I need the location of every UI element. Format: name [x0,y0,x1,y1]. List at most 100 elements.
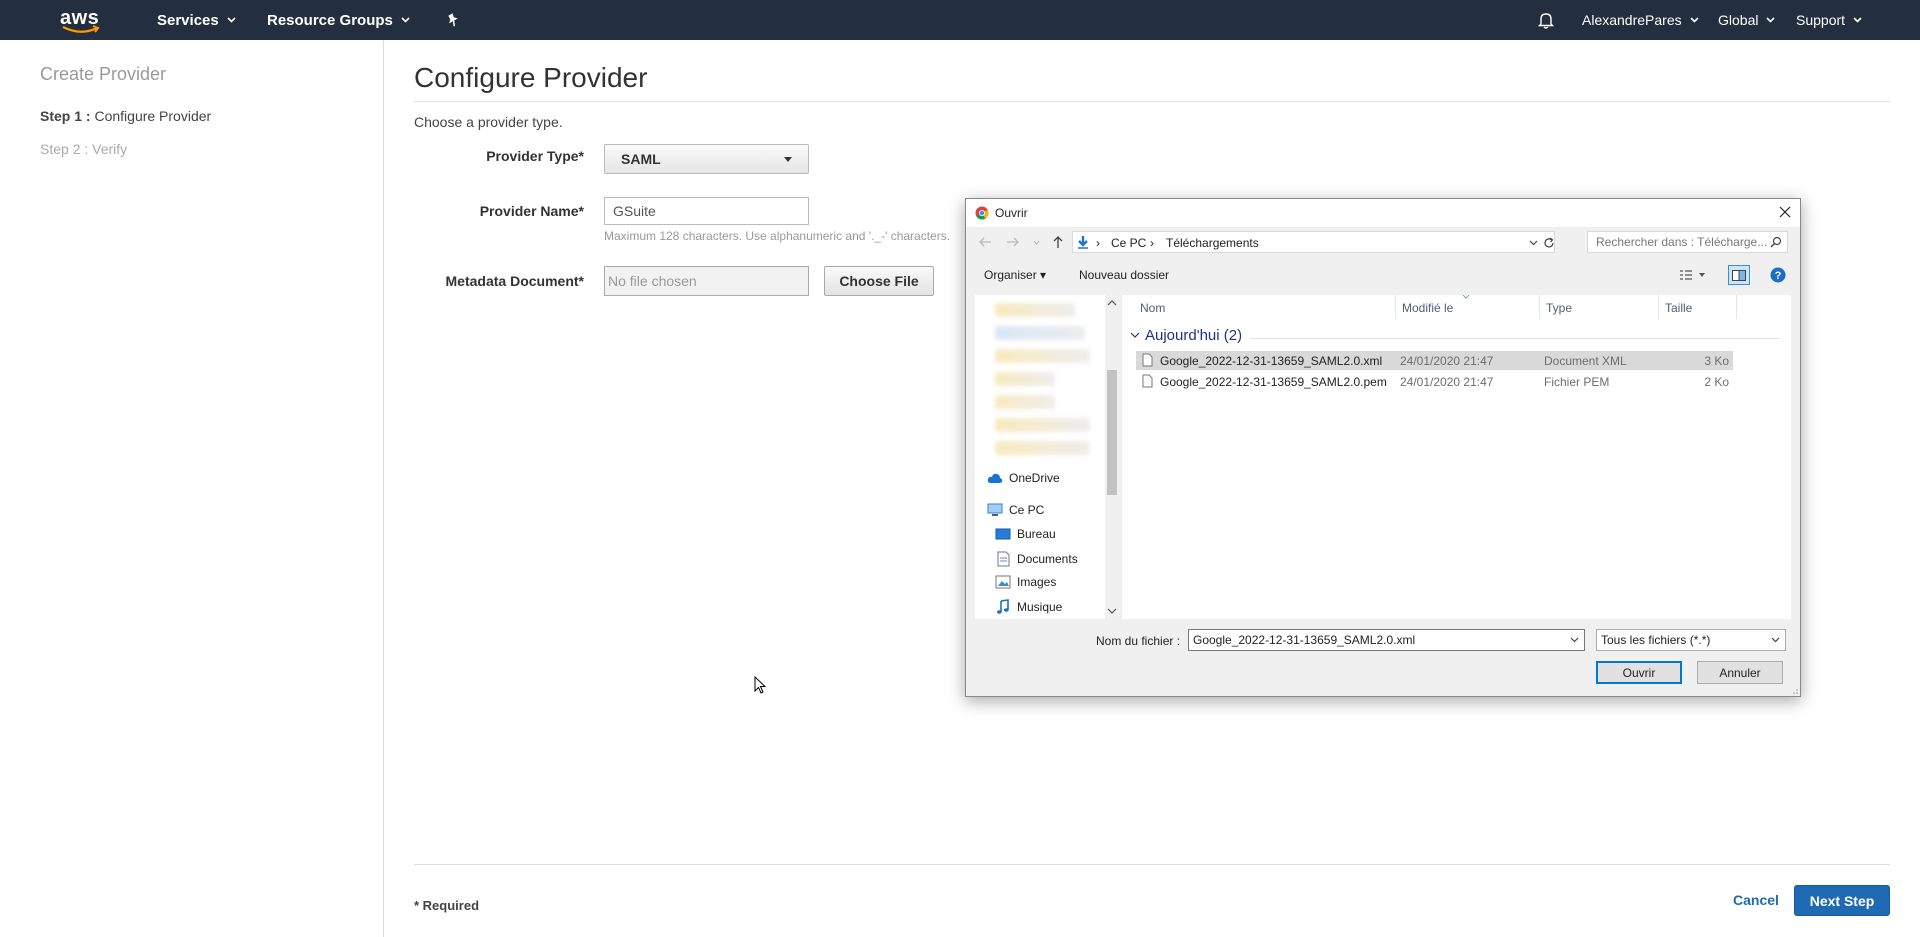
nav-item-musique[interactable]: Musique [995,599,1062,615]
required-asterisk: * [578,273,584,289]
open-button[interactable]: Ouvrir [1596,661,1682,684]
new-folder-button[interactable]: Nouveau dossier [1079,268,1169,282]
resource-groups-menu[interactable]: Resource Groups [267,0,410,40]
nav-label: Documents [1017,552,1078,566]
provider-name-input[interactable]: GSuite [604,197,809,225]
blurred-item [995,372,1055,386]
wizard-sidebar: Create Provider Step 1 : Configure Provi… [0,40,384,937]
aws-logo[interactable]: aws [60,0,102,40]
blurred-item [995,418,1090,432]
nav-label: Images [1017,575,1057,589]
file-name: Google_2022-12-31-13659_SAML2.0.xml [1160,354,1383,368]
up-arrow-icon[interactable] [1052,235,1064,249]
file-size: 3 Ko [1704,354,1729,368]
file-type: Document XML [1544,354,1627,368]
sidebar-step-1[interactable]: Step 1 : Configure Provider [40,108,211,124]
chevron-down-icon[interactable] [1529,240,1538,246]
notifications-button[interactable] [1538,0,1554,40]
nav-item-documents[interactable]: Documents [995,551,1078,567]
selected-value: SAML [621,151,661,167]
blurred-item [995,303,1075,317]
chevron-down-icon[interactable] [1570,637,1579,643]
nav-label: OneDrive [1009,471,1060,485]
choose-file-button[interactable]: Choose File [824,266,934,296]
dialog-titlebar[interactable]: Ouvrir [966,199,1800,227]
preview-pane-icon [1732,270,1746,281]
recent-dropdown-icon[interactable] [1033,240,1040,245]
nav-item-bureau[interactable]: Bureau [995,527,1056,541]
file-icon [1142,374,1153,388]
help-icon[interactable]: ? [1770,267,1786,283]
search-icon[interactable] [1770,236,1782,248]
breadcrumb-telechargements[interactable]: Téléchargements [1166,236,1259,250]
file-type: Fichier PEM [1544,375,1610,389]
dialog-title: Ouvrir [995,206,1028,220]
address-bar[interactable]: › Ce PC › Téléchargements [1072,231,1555,253]
nav-item-onedrive[interactable]: OneDrive [987,471,1060,485]
column-header-name[interactable]: Nom [1134,295,1396,319]
refresh-icon[interactable] [1543,237,1555,249]
user-menu[interactable]: AlexandrePares [1582,0,1699,40]
label-text: Provider Type [486,148,579,164]
user-label: AlexandrePares [1582,12,1682,28]
dialog-cancel-button[interactable]: Annuler [1697,661,1783,684]
file-type-select[interactable]: Tous les fichiers (*.*) [1596,629,1786,651]
close-icon[interactable] [1778,205,1792,219]
svg-text:?: ? [1775,270,1782,282]
bell-icon [1538,12,1554,29]
preview-pane-button[interactable] [1728,265,1750,285]
resource-groups-label: Resource Groups [267,11,393,29]
group-header[interactable]: Aujourd'hui (2) [1130,327,1242,344]
column-header-size[interactable]: Taille [1659,295,1737,319]
divider [414,101,1890,102]
sort-indicator-icon [1462,295,1470,299]
chevron-down-icon [1766,17,1776,23]
file-type-value: Tous les fichiers (*.*) [1601,633,1711,647]
nav-scrollbar[interactable] [1105,295,1119,619]
nav-item-images[interactable]: Images [995,575,1056,589]
breadcrumb-separator: › [1096,236,1100,250]
services-menu[interactable]: Services [157,0,236,40]
provider-name-help: Maximum 128 characters. Use alphanumeric… [604,229,951,243]
page-subtitle: Choose a provider type. [414,114,563,130]
column-header-modified[interactable]: Modifié le [1396,295,1540,319]
view-options-icon[interactable] [1679,269,1709,281]
chrome-icon [975,206,989,220]
metadata-file-input[interactable]: No file chosen [604,266,809,296]
cancel-link[interactable]: Cancel [1733,892,1779,908]
pin-button[interactable] [446,0,460,40]
blurred-item [995,349,1090,363]
chevron-up-icon[interactable] [1105,298,1119,308]
blurred-item [995,326,1085,340]
divider [414,864,1890,865]
file-open-dialog: Ouvrir › Ce PC › Téléchargements Recherc… [965,198,1801,697]
search-input[interactable]: Rechercher dans : Télécharge... [1587,231,1788,253]
filename-label: Nom du fichier : [1096,634,1181,648]
file-row[interactable]: Google_2022-12-31-13659_SAML2.0.xml 24/0… [1136,351,1733,370]
support-label: Support [1796,12,1846,28]
resize-grip-icon[interactable] [1790,686,1798,694]
region-menu[interactable]: Global [1718,0,1776,40]
filename-input[interactable]: Google_2022-12-31-13659_SAML2.0.xml [1188,629,1585,651]
file-row[interactable]: Google_2022-12-31-13659_SAML2.0.pem 24/0… [1136,372,1733,391]
breadcrumb-ce-pc[interactable]: Ce PC [1111,236,1146,250]
caret-down-icon [784,156,792,162]
provider-type-select[interactable]: SAML [604,144,809,174]
file-icon [1142,353,1153,367]
file-list: Nom Modifié le Type Taille Aujourd'hui (… [1122,295,1791,619]
navigation-pane: OneDrive Ce PC Bureau Documents Images M… [975,295,1112,619]
scrollbar-thumb[interactable] [1107,370,1117,495]
next-step-button[interactable]: Next Step [1794,885,1890,916]
forward-arrow-icon[interactable] [1006,236,1020,248]
column-header-type[interactable]: Type [1540,295,1659,319]
chevron-down-icon[interactable] [1105,606,1119,616]
back-arrow-icon[interactable] [978,236,992,248]
step-label: Step 2 : Verify [40,141,128,157]
label-text: Metadata Document [445,273,579,289]
nav-item-ce-pc[interactable]: Ce PC [987,503,1044,517]
support-menu[interactable]: Support [1796,0,1862,40]
organize-menu[interactable]: Organiser ▾ [984,268,1046,282]
step-prefix: Step 1 : [40,108,91,124]
breadcrumb-separator: › [1150,236,1154,250]
top-nav: aws Services Resource Groups AlexandrePa… [0,0,1920,40]
